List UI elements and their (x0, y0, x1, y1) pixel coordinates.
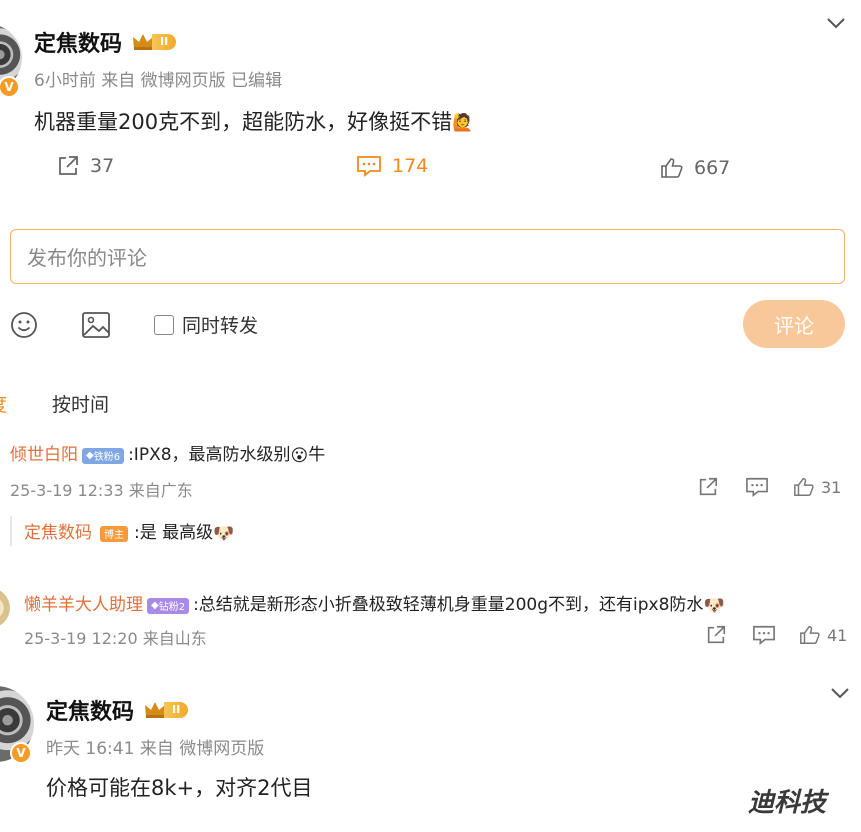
share-icon (707, 625, 726, 644)
crown-icon (133, 34, 154, 50)
reply-body: 定焦数码 博主 :是 最高级🐶 (24, 518, 234, 544)
checkbox-icon[interactable] (154, 314, 174, 335)
reply-text: :是 最高级 (134, 523, 214, 543)
share-icon (699, 477, 718, 496)
author-name[interactable]: 定焦数码 (34, 26, 122, 58)
post-meta: 6小时前 来自 微博网页版 已编辑 (34, 71, 283, 91)
level-badge: II (132, 33, 177, 51)
comment-reply-button[interactable] (752, 624, 776, 646)
thumbs-up-icon (661, 158, 683, 178)
post-header: 定焦数码 II (46, 694, 189, 726)
image-upload-icon[interactable] (81, 311, 111, 339)
repost-button[interactable]: 37 (56, 154, 114, 178)
comment-text: :IPX8，最高防水级别 (128, 445, 291, 465)
crown-icon (145, 702, 166, 718)
comment-icon (357, 156, 381, 177)
comment-body: 懒羊羊大人助理 ◆ 钻粉2:总结就是新形态小折叠极致轻薄机身重量200g不到，还有i… (24, 590, 725, 616)
comment-button[interactable]: 174 (356, 154, 428, 178)
thumbs-up-icon (800, 626, 820, 644)
share-icon (59, 156, 78, 175)
post-meta: 昨天 16:41 来自 微博网页版 (46, 739, 265, 759)
like-button[interactable]: 667 (660, 156, 730, 180)
comment-icon (746, 477, 768, 497)
submit-comment-button[interactable]: 评论 (743, 300, 845, 348)
collapse-chevron-icon[interactable] (830, 686, 850, 700)
post-text: 机器重量200克不到，超能防水，好像挺不错🙋 (34, 110, 474, 134)
reply-author[interactable]: 定焦数码 (24, 523, 92, 543)
repost-checkbox[interactable]: 同时转发 (154, 311, 258, 338)
post-text: 价格可能在8k+，对齐2代目 (46, 776, 313, 800)
comment-input[interactable]: 发布你的评论 (10, 229, 845, 284)
comment-author[interactable]: 倾世白阳 (10, 445, 78, 465)
verified-badge-icon: V (10, 742, 32, 764)
comment-like-button[interactable]: 31 (793, 476, 841, 498)
comment-meta: 25-3-19 12:20 来自山东 (24, 629, 207, 648)
collapse-chevron-icon[interactable] (826, 16, 846, 30)
comment-share-button[interactable] (697, 476, 719, 498)
comment-body: 倾世白阳 ◆ 铁粉6:IPX8，最高防水级别😮牛 (10, 445, 326, 466)
comment-reply-button[interactable] (745, 476, 769, 498)
blogger-badge: 博主 (100, 525, 128, 542)
surprised-emoji: 😮 (290, 445, 309, 466)
author-name[interactable]: 定焦数码 (46, 694, 134, 726)
post-header: 定焦数码 II (34, 26, 177, 58)
comment-text: :总结就是新形态小折叠极致轻薄机身重量200g不到，还有ipx8防水 (193, 595, 704, 615)
comment-author[interactable]: 懒羊羊大人助理 (24, 595, 143, 615)
watermark: 迪科技 (748, 788, 827, 818)
comment-icon (753, 625, 775, 645)
avatar[interactable] (0, 588, 10, 628)
fan-badge: ◆ 钻粉2 (147, 597, 190, 614)
comment-like-button[interactable]: 41 (799, 624, 847, 646)
doge-emoji: 🐶 (703, 595, 725, 616)
sort-hot-tab[interactable]: 度 (0, 390, 7, 417)
raise-hand-emoji: 🙋 (452, 113, 474, 133)
level-badge: II (144, 701, 189, 719)
verified-badge-icon: V (0, 76, 20, 98)
comment-meta: 25-3-19 12:33 来自广东 (10, 481, 193, 500)
reply-divider (10, 516, 12, 546)
comment-share-button[interactable] (705, 624, 727, 646)
fan-badge: ◆ 铁粉6 (82, 447, 125, 464)
sort-time-tab[interactable]: 按时间 (52, 390, 109, 417)
doge-emoji: 🐶 (213, 523, 235, 544)
thumbs-up-icon (794, 478, 814, 496)
emoji-picker-icon[interactable] (10, 311, 38, 339)
